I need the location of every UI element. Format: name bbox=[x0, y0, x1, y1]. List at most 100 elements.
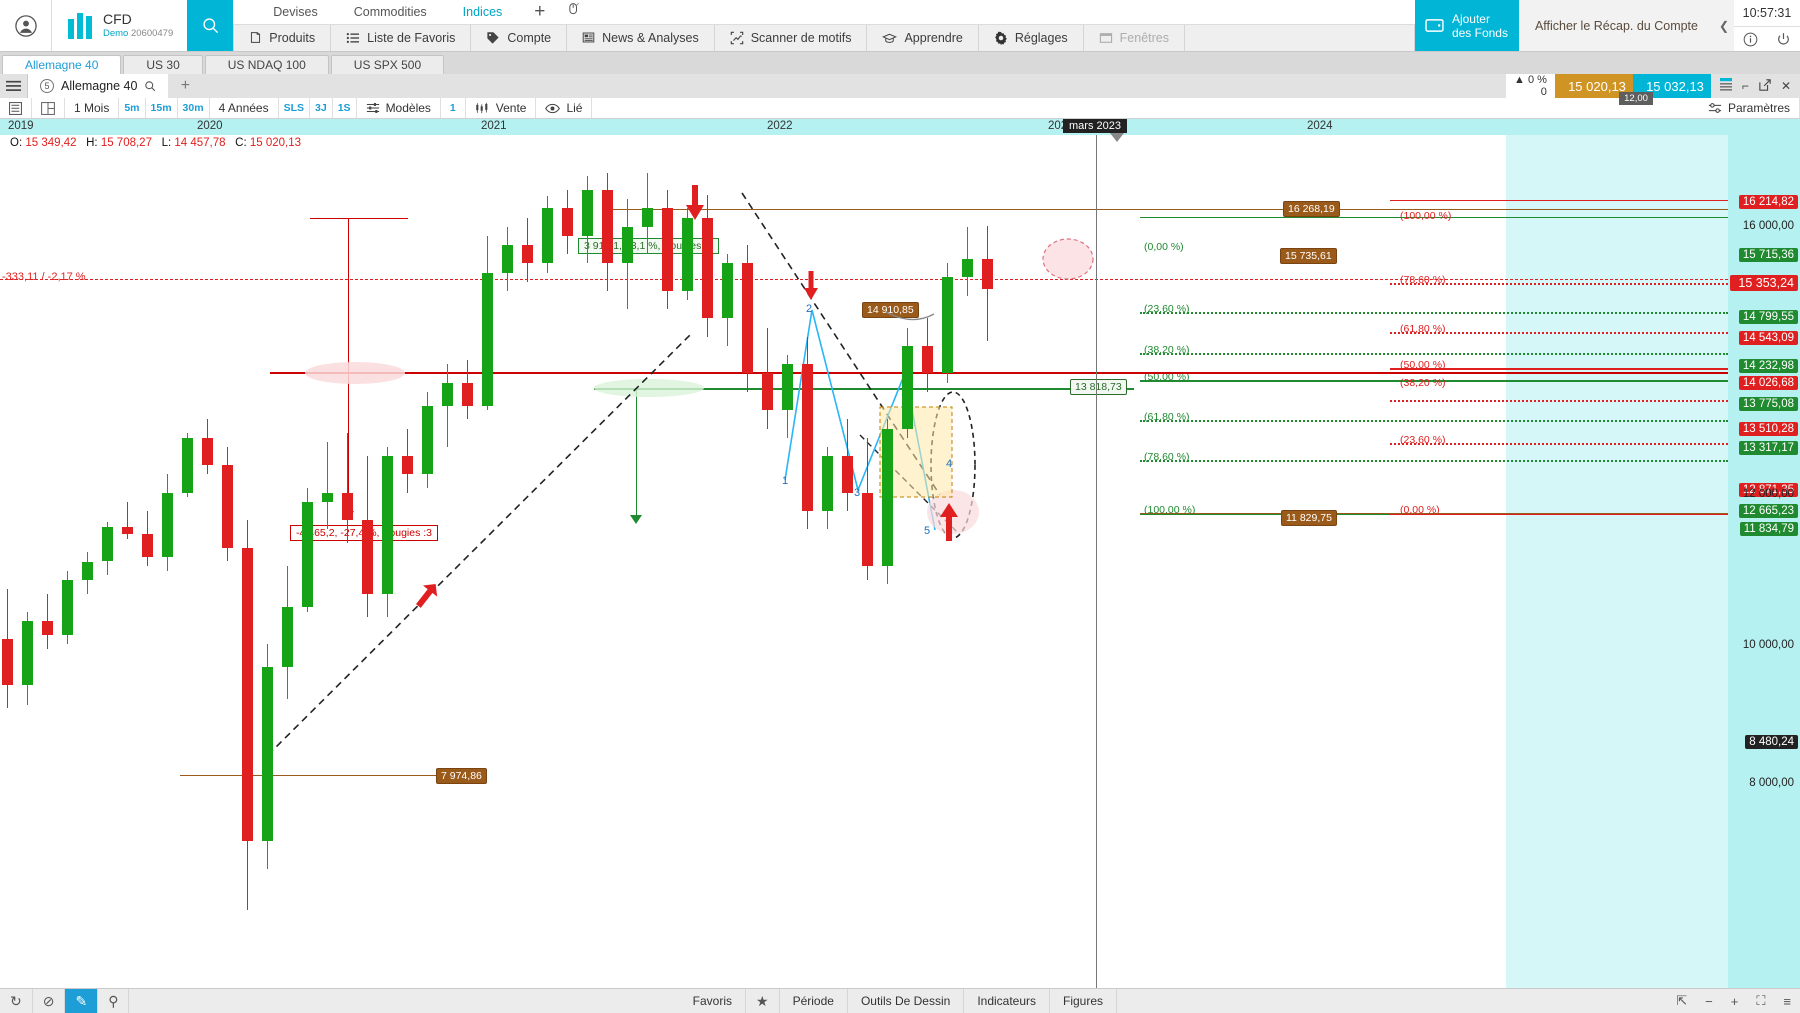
sell-price-button[interactable]: 15 020,13 12,00 bbox=[1554, 74, 1653, 105]
candle[interactable] bbox=[342, 135, 353, 988]
bottom-item-periode[interactable]: Période bbox=[780, 989, 848, 1013]
candlestick-series[interactable] bbox=[0, 135, 1728, 988]
toolbar-range-sls[interactable]: SLS bbox=[279, 98, 311, 118]
candle[interactable] bbox=[742, 135, 753, 988]
zoom-out-icon[interactable]: − bbox=[1696, 989, 1722, 1013]
candle[interactable] bbox=[302, 135, 313, 988]
toolbar-tf-15m[interactable]: 15m bbox=[146, 98, 178, 118]
menu-item-reglages[interactable]: Réglages bbox=[978, 24, 1084, 51]
mouse-pointer-icon[interactable] bbox=[559, 2, 589, 22]
watchlist-tab-us-spx-500[interactable]: US SPX 500 bbox=[330, 55, 445, 74]
candle[interactable] bbox=[182, 135, 193, 988]
candle[interactable] bbox=[422, 135, 433, 988]
candle[interactable] bbox=[102, 135, 113, 988]
toolbar-range-3j[interactable]: 3J bbox=[310, 98, 333, 118]
candle[interactable] bbox=[702, 135, 713, 988]
candle[interactable] bbox=[322, 135, 333, 988]
candle[interactable] bbox=[82, 135, 93, 988]
add-chart-tab-button[interactable]: + bbox=[168, 74, 203, 98]
candle[interactable] bbox=[902, 135, 913, 988]
candle[interactable] bbox=[582, 135, 593, 988]
toolbar-lie-button[interactable]: Lié bbox=[536, 98, 593, 118]
collapse-panel-button[interactable]: ❮ bbox=[1714, 0, 1734, 51]
search-icon[interactable] bbox=[144, 80, 156, 92]
candle[interactable] bbox=[722, 135, 733, 988]
price-axis[interactable]: 16 214,82 16 000,00 15 715,36 15 353,24 … bbox=[1728, 135, 1800, 988]
price-plot[interactable]: (0,00 %) (23,60 %) (38,20 %) (50,00 %) (… bbox=[0, 133, 1728, 988]
refresh-icon[interactable]: ↻ bbox=[0, 989, 33, 1013]
candle[interactable] bbox=[622, 135, 633, 988]
popout-icon[interactable] bbox=[1759, 78, 1771, 94]
star-icon[interactable]: ★ bbox=[746, 989, 780, 1013]
menu-item-liste-de-favoris[interactable]: Liste de Favoris bbox=[331, 24, 472, 51]
time-axis[interactable]: 2019 2020 2021 2022 2023 2024 mars 2023 bbox=[0, 119, 1800, 135]
magnet-icon[interactable]: ⚲ bbox=[98, 989, 130, 1013]
category-commodities[interactable]: Commodities bbox=[336, 5, 445, 19]
candle[interactable] bbox=[602, 135, 613, 988]
candle[interactable] bbox=[522, 135, 533, 988]
candle[interactable] bbox=[502, 135, 513, 988]
bottom-item-outils-de-dessin[interactable]: Outils De Dessin bbox=[848, 989, 965, 1013]
candle[interactable] bbox=[142, 135, 153, 988]
collapse-icon[interactable]: ⌐ bbox=[1742, 79, 1749, 93]
chart-area[interactable]: 2019 2020 2021 2022 2023 2024 mars 2023 … bbox=[0, 119, 1800, 988]
candle[interactable] bbox=[882, 135, 893, 988]
candle[interactable] bbox=[782, 135, 793, 988]
candle[interactable] bbox=[22, 135, 33, 988]
candle[interactable] bbox=[482, 135, 493, 988]
toolbar-list-view-button[interactable] bbox=[0, 98, 32, 118]
candle[interactable] bbox=[462, 135, 473, 988]
toolbar-timeframe[interactable]: 1 Mois bbox=[65, 98, 120, 118]
menu-item-fenetres[interactable]: Fenêtres bbox=[1083, 24, 1186, 51]
menu-item-apprendre[interactable]: Apprendre bbox=[867, 24, 979, 51]
menu-item-scanner-de-motifs[interactable]: Scanner de motifs bbox=[714, 24, 868, 51]
category-indices[interactable]: Indices bbox=[445, 5, 521, 19]
candle[interactable] bbox=[942, 135, 953, 988]
candle[interactable] bbox=[202, 135, 213, 988]
close-icon[interactable]: ✕ bbox=[1781, 79, 1791, 93]
power-icon[interactable] bbox=[1767, 27, 1800, 51]
candle[interactable] bbox=[2, 135, 13, 988]
candle[interactable] bbox=[682, 135, 693, 988]
toolbar-range-1s[interactable]: 1S bbox=[333, 98, 357, 118]
toolbar-parametres-button[interactable]: Paramètres bbox=[1699, 98, 1800, 118]
candle[interactable] bbox=[122, 135, 133, 988]
menu-item-produits[interactable]: Produits bbox=[233, 24, 332, 51]
candle[interactable] bbox=[62, 135, 73, 988]
chart-tab-allemagne-40[interactable]: 5 Allemagne 40 bbox=[28, 74, 169, 98]
user-account-button[interactable] bbox=[0, 0, 52, 51]
brand-logo-block[interactable]: CFD Demo 20600479 bbox=[52, 0, 187, 51]
candle[interactable] bbox=[922, 135, 933, 988]
add-funds-button[interactable]: Ajouter des Fonds bbox=[1414, 0, 1519, 51]
candle[interactable] bbox=[42, 135, 53, 988]
pen-icon[interactable]: ✎ bbox=[65, 989, 99, 1013]
watchlist-tab-us-ndaq-100[interactable]: US NDAQ 100 bbox=[204, 55, 329, 74]
category-devises[interactable]: Devises bbox=[255, 5, 335, 19]
candle[interactable] bbox=[222, 135, 233, 988]
candle[interactable] bbox=[802, 135, 813, 988]
candle[interactable] bbox=[662, 135, 673, 988]
candle[interactable] bbox=[442, 135, 453, 988]
toolbar-grid-layout-button[interactable] bbox=[32, 98, 65, 118]
no-entry-icon[interactable]: ⊘ bbox=[33, 989, 66, 1013]
watchlist-tab-allemagne-40[interactable]: Allemagne 40 bbox=[2, 55, 122, 74]
zoom-in-icon[interactable]: + bbox=[1722, 989, 1748, 1013]
bottom-item-figures[interactable]: Figures bbox=[1050, 989, 1118, 1013]
candle[interactable] bbox=[282, 135, 293, 988]
toolbar-modeles-button[interactable]: Modèles bbox=[357, 98, 441, 118]
toolbar-tf-5m[interactable]: 5m bbox=[119, 98, 146, 118]
bottom-item-favoris[interactable]: Favoris bbox=[680, 989, 746, 1013]
candle[interactable] bbox=[762, 135, 773, 988]
ticks-icon[interactable] bbox=[1719, 77, 1732, 95]
toolbar-tf-30m[interactable]: 30m bbox=[178, 98, 210, 118]
bottom-menu-icon[interactable]: ≡ bbox=[1774, 989, 1800, 1013]
menu-item-news-analyses[interactable]: News & Analyses bbox=[567, 24, 715, 51]
candle[interactable] bbox=[362, 135, 373, 988]
global-search-button[interactable] bbox=[187, 0, 234, 51]
candle[interactable] bbox=[822, 135, 833, 988]
add-category-button[interactable]: + bbox=[520, 2, 559, 21]
candle[interactable] bbox=[962, 135, 973, 988]
toolbar-vente-button[interactable]: Vente bbox=[466, 98, 537, 118]
hamburger-icon[interactable] bbox=[0, 74, 28, 98]
candle[interactable] bbox=[982, 135, 993, 988]
